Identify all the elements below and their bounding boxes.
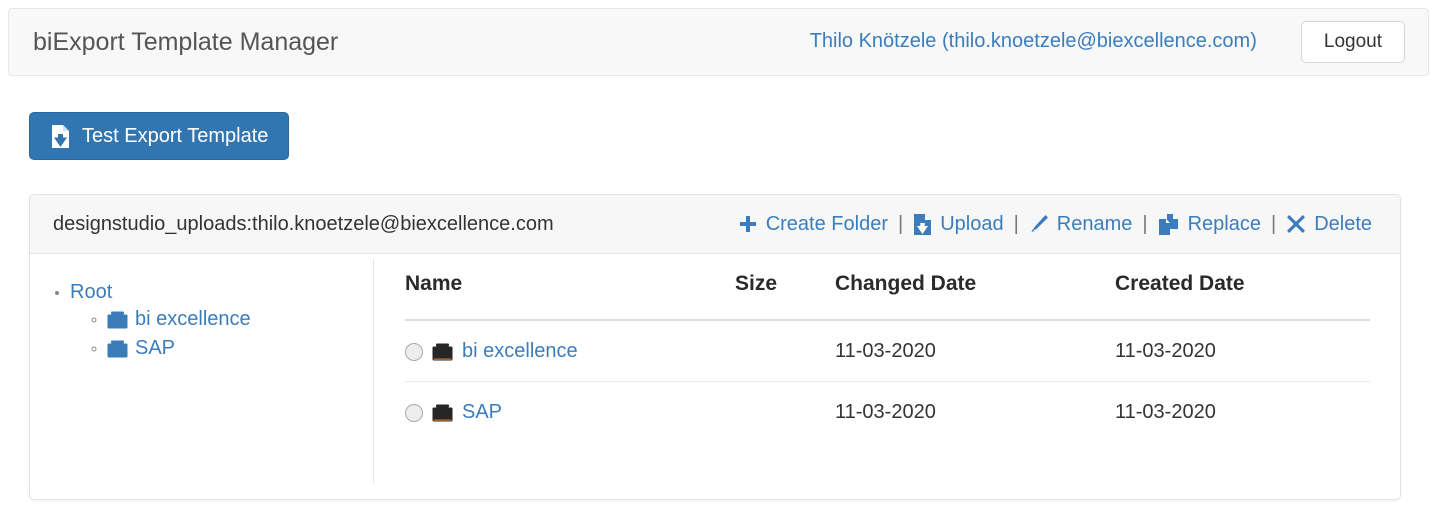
cross-icon <box>1286 214 1306 234</box>
upload-action[interactable]: Upload <box>913 212 1004 236</box>
action-separator: | <box>1270 212 1277 235</box>
app-navbar: biExport Template Manager Thilo Knötzele… <box>8 8 1429 76</box>
cell-changed-date: 11-03-2020 <box>835 401 936 423</box>
cell-size <box>735 320 835 382</box>
folder-icon <box>432 404 453 422</box>
column-header-created-date: Created Date <box>1115 272 1370 321</box>
upload-file-icon <box>50 124 71 148</box>
file-table: Name Size Changed Date Created Date bi e… <box>405 272 1370 442</box>
tree-item-bi-excellence[interactable]: bi excellence <box>107 308 373 331</box>
folder-icon <box>107 311 128 329</box>
copy-files-icon <box>1158 213 1180 235</box>
file-table-body: bi excellence 11-03-2020 11-03-2020 SAP … <box>405 320 1370 442</box>
table-header-row: Name Size Changed Date Created Date <box>405 272 1370 321</box>
tree-root-label: Root <box>70 281 113 303</box>
replace-label: Replace <box>1187 212 1261 235</box>
action-separator: | <box>1013 212 1019 235</box>
delete-label: Delete <box>1314 212 1372 235</box>
tree-child-label: SAP <box>135 337 176 359</box>
action-separator: | <box>1142 212 1148 235</box>
tree-root-link[interactable]: Root <box>70 281 112 304</box>
action-separator: | <box>897 212 904 235</box>
file-name-link[interactable]: SAP <box>462 401 502 424</box>
tree-child-label: bi excellence <box>135 308 251 330</box>
column-header-name: Name <box>405 272 735 321</box>
column-header-size: Size <box>735 272 835 321</box>
navbar-right-group: Thilo Knötzele (thilo.knoetzele@biexcell… <box>810 20 1405 64</box>
row-select-radio[interactable] <box>405 403 423 422</box>
plus-icon <box>738 214 758 234</box>
cell-size <box>735 382 835 443</box>
tree-root-list: Root bi excellence <box>30 281 373 360</box>
tree-item-sap[interactable]: SAP <box>107 337 373 360</box>
create-folder-action[interactable]: Create Folder <box>738 213 888 236</box>
test-export-template-label: Test Export Template <box>82 124 269 147</box>
rename-label: Rename <box>1056 212 1133 235</box>
column-header-changed-date: Changed Date <box>835 272 1115 321</box>
delete-action[interactable]: Delete <box>1286 213 1372 236</box>
file-list-pane: Name Size Changed Date Created Date bi e… <box>374 254 1400 499</box>
tree-child-link[interactable]: bi excellence <box>107 308 251 331</box>
folder-icon <box>432 343 453 361</box>
cell-created-date: 11-03-2020 <box>1115 320 1370 382</box>
upload-file-icon <box>913 213 932 235</box>
file-manager-body: Root bi excellence <box>30 254 1400 499</box>
file-manager-panel: designstudio_uploads:thilo.knoetzele@bie… <box>29 194 1401 500</box>
rename-action[interactable]: Rename <box>1029 212 1133 236</box>
replace-action[interactable]: Replace <box>1158 213 1261 236</box>
cell-name: SAP <box>405 382 735 443</box>
file-manager-toolbar: designstudio_uploads:thilo.knoetzele@bie… <box>30 195 1400 254</box>
current-user-link[interactable]: Thilo Knötzele (thilo.knoetzele@biexcell… <box>810 30 1257 53</box>
pencil-icon <box>1029 214 1049 234</box>
file-actions-group: Create Folder | Upload | Rename | Replac… <box>738 213 1372 236</box>
file-table-head: Name Size Changed Date Created Date <box>405 272 1370 321</box>
table-row[interactable]: bi excellence 11-03-2020 11-03-2020 <box>405 320 1370 382</box>
app-title: biExport Template Manager <box>33 27 339 56</box>
cell-changed-date: 11-03-2020 <box>835 320 1115 382</box>
upload-label: Upload <box>940 212 1004 235</box>
logout-button[interactable]: Logout <box>1300 20 1405 64</box>
test-export-template-button[interactable]: Test Export Template <box>29 112 290 160</box>
folder-icon <box>107 340 128 358</box>
cell-name: bi excellence <box>405 320 735 382</box>
file-name-link[interactable]: bi excellence <box>462 340 578 363</box>
tree-child-list: bi excellence <box>70 308 373 360</box>
table-row[interactable]: SAP 11-03-2020 11-03-2020 <box>405 382 1370 443</box>
tree-item-root[interactable]: Root bi excellence <box>70 281 373 360</box>
row-select-radio[interactable] <box>405 342 423 361</box>
folder-tree: Root bi excellence <box>30 259 374 483</box>
repository-path-label: designstudio_uploads:thilo.knoetzele@bie… <box>53 212 554 235</box>
tree-child-link[interactable]: SAP <box>107 337 175 360</box>
cell-created-date: 11-03-2020 <box>1115 401 1216 423</box>
create-folder-label: Create Folder <box>765 212 888 235</box>
